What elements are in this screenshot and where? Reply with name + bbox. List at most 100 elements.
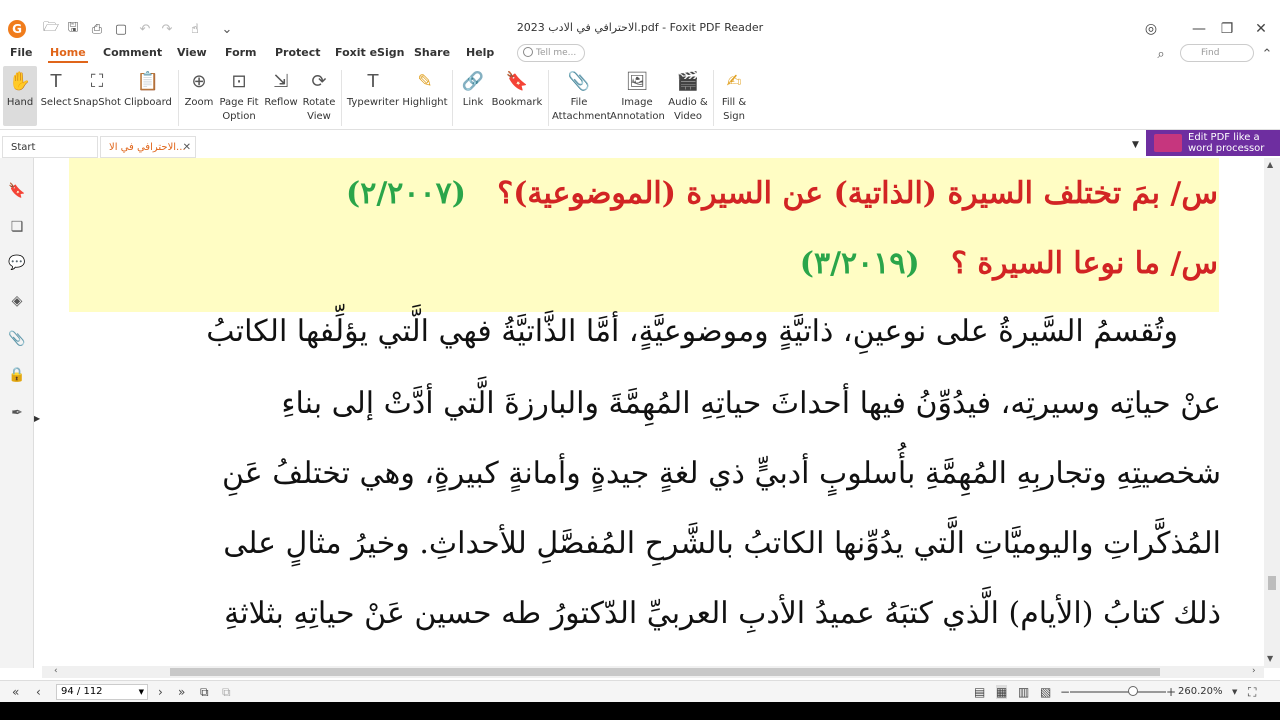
- horizontal-scroll-thumb[interactable]: [170, 668, 1160, 676]
- menu-home[interactable]: Home: [48, 46, 88, 63]
- minimize-button[interactable]: —: [1188, 18, 1210, 40]
- rotate-view-button[interactable]: ⟳ Rotate View: [301, 66, 337, 126]
- foxit-logo-icon[interactable]: G: [8, 20, 26, 38]
- menu-help[interactable]: Help: [466, 46, 494, 59]
- first-page-icon[interactable]: «: [12, 685, 19, 699]
- edit-pdf-ad-banner[interactable]: Edit PDF like a word processor: [1146, 130, 1280, 156]
- body-line: شخصيتِهِ وتجاربِهِ المُهِمَّةِ بأُسلوبٍ …: [221, 456, 1221, 491]
- tab-start[interactable]: Start: [2, 136, 98, 158]
- scroll-up-icon[interactable]: ▲: [1267, 160, 1273, 169]
- fill-sign-icon: ✍: [726, 70, 742, 92]
- account-icon[interactable]: ◎: [1140, 18, 1162, 40]
- next-page-icon[interactable]: ›: [158, 685, 163, 699]
- zoom-label: Zoom: [184, 97, 214, 108]
- highlight-button[interactable]: ✎ Highlight: [402, 66, 448, 126]
- horizontal-scrollbar[interactable]: ‹ ›: [42, 666, 1264, 678]
- vertical-scrollbar[interactable]: ▲ ▼: [1264, 158, 1280, 668]
- file-attachment-button[interactable]: 📎 File Attachment: [552, 66, 611, 126]
- menu-file[interactable]: File: [10, 46, 33, 59]
- last-page-icon[interactable]: »: [178, 685, 185, 699]
- find-input[interactable]: Find: [1180, 44, 1254, 62]
- bookmark-button[interactable]: 🔖 Bookmark: [492, 66, 543, 126]
- vertical-scroll-thumb[interactable]: [1268, 576, 1276, 590]
- menu-comment[interactable]: Comment: [103, 46, 162, 59]
- reflow-icon: ⇲: [273, 70, 289, 92]
- hand-label: Hand: [6, 97, 34, 108]
- next-view-icon[interactable]: ⧉: [222, 685, 231, 700]
- question-2-year: (٣/٢٠١٩): [799, 246, 920, 281]
- scroll-left-icon[interactable]: ‹: [54, 666, 58, 676]
- fill-sign-button[interactable]: ✍ Fill & Sign: [716, 66, 752, 126]
- pages-panel-icon[interactable]: ❏: [8, 218, 26, 236]
- customize-dropdown-icon[interactable]: ⌄: [218, 20, 236, 38]
- redo-icon[interactable]: ↷: [158, 20, 176, 38]
- typewriter-button[interactable]: 𝖳 Typewriter: [346, 66, 400, 126]
- rotate-icon: ⟳: [311, 70, 327, 92]
- single-page-icon[interactable]: ▤: [974, 685, 985, 699]
- clipboard-icon: 📋: [136, 70, 160, 92]
- zoom-slider-knob[interactable]: [1128, 686, 1138, 696]
- tab-document[interactable]: الاحترافي في الا... ✕: [100, 136, 196, 158]
- new-doc-icon[interactable]: ▢: [112, 20, 130, 38]
- scroll-right-icon[interactable]: ›: [1252, 666, 1256, 676]
- hand-quick-icon[interactable]: ☝: [186, 20, 204, 38]
- snapshot-icon: ⛶: [90, 70, 104, 92]
- menu-foxit-esign[interactable]: Foxit eSign: [335, 46, 404, 59]
- tabs-dropdown-icon[interactable]: ▼: [1132, 140, 1139, 150]
- zoom-value[interactable]: 260.20%: [1178, 686, 1223, 697]
- menu-form[interactable]: Form: [225, 46, 257, 59]
- select-text-icon: T: [50, 70, 62, 92]
- zoom-in-icon[interactable]: +: [1166, 685, 1176, 699]
- page-fit-button[interactable]: ⊡ Page Fit Option: [218, 66, 260, 126]
- highlight-label: Highlight: [402, 97, 448, 108]
- zoom-button[interactable]: ⊕ Zoom: [183, 66, 215, 126]
- print-icon[interactable]: ⎙: [88, 20, 106, 38]
- link-button[interactable]: 🔗 Link: [458, 66, 488, 126]
- open-folder-icon[interactable]: 🗁: [42, 20, 60, 38]
- signature-panel-icon[interactable]: ✒: [8, 404, 26, 422]
- undo-icon[interactable]: ↶: [136, 20, 154, 38]
- ribbon-separator: [452, 70, 453, 126]
- security-panel-icon[interactable]: 🔒: [8, 366, 26, 384]
- menu-share[interactable]: Share: [414, 46, 450, 59]
- maximize-button[interactable]: ❐: [1216, 18, 1238, 40]
- image-annotation-button[interactable]: 🖼 Image Annotation: [610, 66, 665, 126]
- zoom-out-icon[interactable]: −: [1060, 685, 1070, 699]
- save-icon[interactable]: 🖫: [64, 20, 82, 38]
- snapshot-label: SnapShot: [73, 97, 121, 108]
- page-fit-icon: ⊡: [231, 70, 247, 92]
- reflow-button[interactable]: ⇲ Reflow: [263, 66, 299, 126]
- fullscreen-icon[interactable]: ⛶: [1248, 685, 1256, 700]
- body-line: وتُقسمُ السَّيرةُ على نوعينِ، ذاتيَّةٍ و…: [206, 314, 1178, 349]
- hand-tool-button[interactable]: ✋ Hand: [3, 66, 37, 126]
- close-tab-icon[interactable]: ✕: [183, 137, 191, 159]
- menu-view[interactable]: View: [177, 46, 207, 59]
- clipboard-button[interactable]: 📋 Clipboard: [124, 66, 172, 126]
- rotate-label: Rotate View: [302, 97, 336, 122]
- scroll-down-icon[interactable]: ▼: [1267, 654, 1273, 663]
- image-annotation-label: Image Annotation: [610, 97, 665, 122]
- search-options-icon[interactable]: ⌕: [1152, 45, 1170, 63]
- lightbulb-icon: [523, 47, 533, 57]
- audio-video-button[interactable]: 🎬 Audio & Video: [666, 66, 710, 126]
- tell-me-search[interactable]: Tell me...: [517, 44, 585, 62]
- snapshot-button[interactable]: ⛶ SnapShot: [73, 66, 121, 126]
- previous-page-icon[interactable]: ‹: [36, 685, 41, 699]
- comments-panel-icon[interactable]: 💬: [8, 254, 26, 272]
- zoom-dropdown-icon[interactable]: ▼: [1232, 688, 1237, 696]
- continuous-facing-icon[interactable]: ▧: [1040, 685, 1051, 699]
- previous-view-icon[interactable]: ⧉: [200, 685, 209, 700]
- facing-page-icon[interactable]: ▥: [1018, 685, 1029, 699]
- bookmark-panel-icon[interactable]: 🔖: [8, 182, 26, 200]
- layers-panel-icon[interactable]: ◈: [8, 292, 26, 310]
- attachments-panel-icon[interactable]: 📎: [8, 330, 26, 348]
- close-button[interactable]: ✕: [1250, 18, 1272, 40]
- collapse-ribbon-icon[interactable]: ⌃: [1258, 45, 1276, 63]
- page-dropdown-icon[interactable]: ▼: [139, 685, 144, 699]
- select-tool-button[interactable]: T Select: [40, 66, 72, 126]
- menu-protect[interactable]: Protect: [275, 46, 321, 59]
- zoom-slider-track[interactable]: [1070, 691, 1166, 693]
- expand-panel-arrow-icon[interactable]: ▶: [34, 414, 40, 423]
- continuous-page-icon[interactable]: ▦: [996, 685, 1008, 699]
- page-number-input[interactable]: 94 / 112 ▼: [56, 684, 148, 700]
